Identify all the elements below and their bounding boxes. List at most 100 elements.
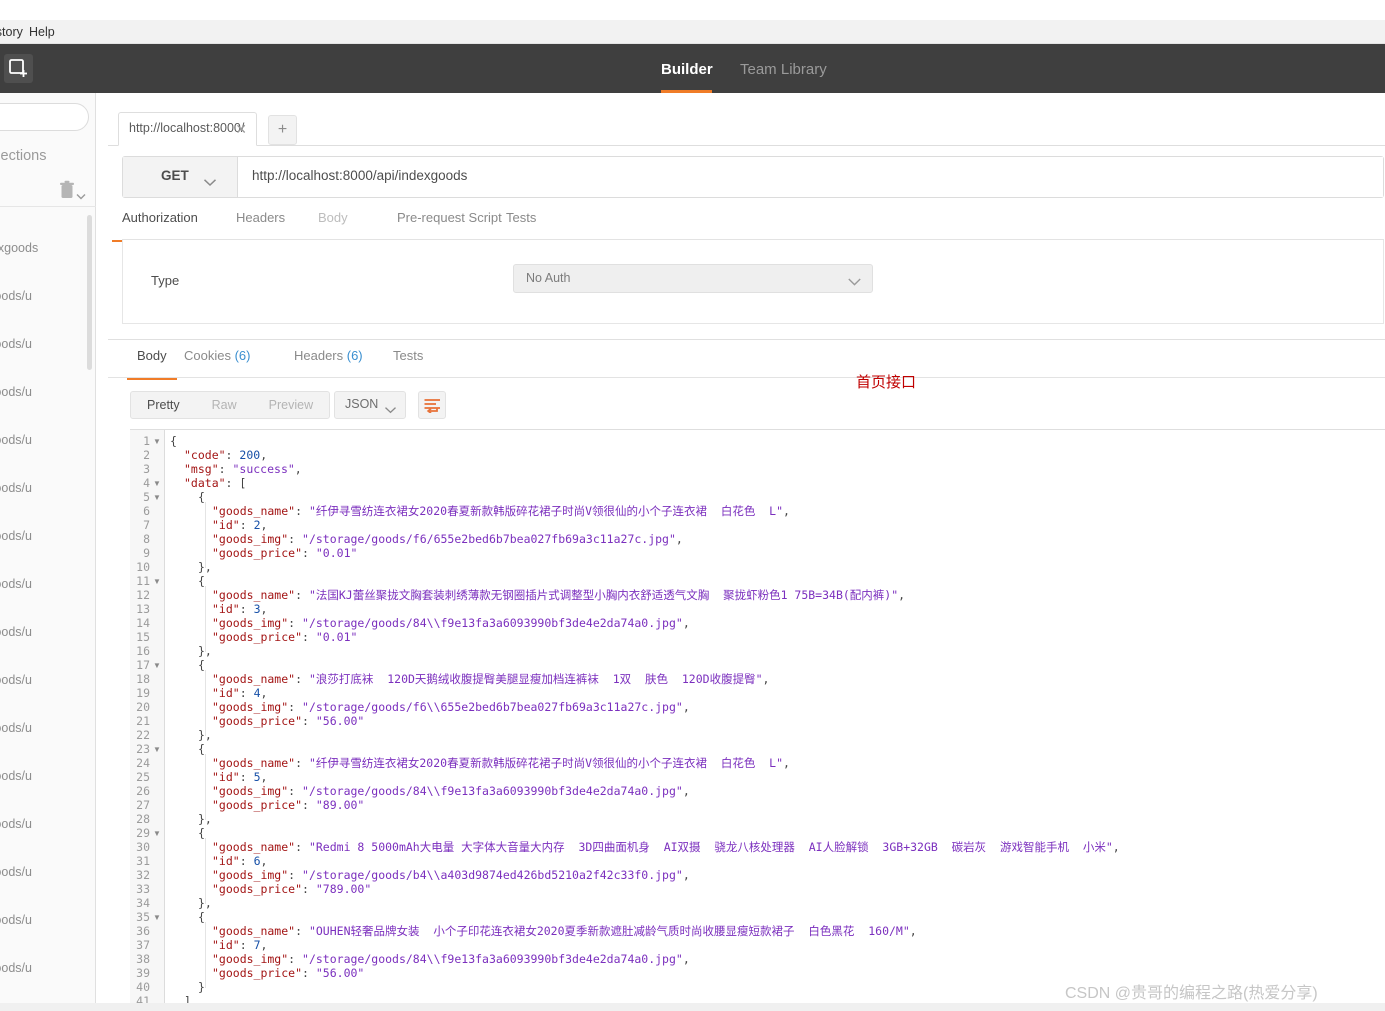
sidebar-history-item[interactable]: /goods/u bbox=[0, 384, 32, 400]
response-tab-label: Headers bbox=[294, 348, 344, 363]
chevron-down-icon[interactable] bbox=[76, 187, 86, 205]
code-token: : bbox=[288, 952, 303, 966]
sidebar-history-item[interactable]: /goods/u bbox=[0, 528, 32, 544]
sidebar-history-item[interactable]: /goods/u bbox=[0, 432, 32, 448]
format-mode-pretty[interactable]: Pretty bbox=[131, 392, 196, 418]
code-token: { bbox=[198, 826, 205, 840]
line-number: 33 bbox=[136, 882, 150, 896]
sidebar-history-item[interactable]: /goods/u bbox=[0, 912, 32, 928]
method-selector[interactable]: GET bbox=[123, 157, 238, 197]
code-token: 3 bbox=[253, 602, 261, 616]
format-mode-raw[interactable]: Raw bbox=[196, 392, 253, 418]
menu-item-help[interactable]: Help bbox=[29, 23, 55, 41]
sidebar-history-item[interactable]: /goods/u bbox=[0, 960, 32, 976]
sidebar-history-item[interactable]: dexgoods bbox=[0, 240, 38, 256]
search-input[interactable] bbox=[0, 103, 89, 131]
sidebar-history-item[interactable]: /goods/u bbox=[0, 768, 32, 784]
sidebar-history-item[interactable]: /goods/u bbox=[0, 816, 32, 832]
sidebar-history-item[interactable]: /goods/u bbox=[0, 288, 32, 304]
code-token: "goods_price" bbox=[212, 630, 303, 644]
fold-toggle-icon[interactable]: ▼ bbox=[153, 826, 161, 840]
line-number: 7 bbox=[143, 518, 150, 532]
code-token: "/storage/goods/f6/655e2bed6b7bea027fb69… bbox=[302, 532, 676, 546]
code-token: "goods_img" bbox=[212, 616, 289, 630]
code-token: "id" bbox=[212, 518, 240, 532]
fold-toggle-icon[interactable]: ▼ bbox=[153, 476, 161, 490]
fold-toggle-icon[interactable]: ▼ bbox=[153, 490, 161, 504]
code-token: : bbox=[295, 756, 309, 770]
sidebar-history-item[interactable]: /goods/u bbox=[0, 480, 32, 496]
code-token: , bbox=[260, 854, 268, 868]
beautify-button[interactable] bbox=[418, 391, 446, 419]
window-top-edge bbox=[0, 0, 1385, 20]
code-token: 200 bbox=[239, 448, 261, 462]
code-line: "goods_name": "Redmi 8 5000mAh大电量 大字体大音量… bbox=[170, 840, 1120, 854]
fold-toggle-icon[interactable]: ▼ bbox=[153, 742, 161, 756]
url-bar: GET http://localhost:8000/api/indexgoods bbox=[122, 156, 1384, 198]
url-input[interactable]: http://localhost:8000/api/indexgoods bbox=[238, 157, 1383, 197]
code-token: : bbox=[218, 462, 233, 476]
sidebar-history-item[interactable]: /goods/u bbox=[0, 672, 32, 688]
sidebar-history-item[interactable]: /goods/u bbox=[0, 624, 32, 640]
tab-builder[interactable]: Builder bbox=[661, 44, 713, 93]
trash-icon[interactable] bbox=[58, 180, 76, 205]
code-token: "goods_name" bbox=[212, 756, 296, 770]
code-line: "goods_img": "/storage/goods/84\\f9e13fa… bbox=[170, 784, 690, 798]
response-tab-body[interactable]: Body bbox=[127, 348, 177, 380]
code-token: 2 bbox=[253, 518, 261, 532]
code-token: "code" bbox=[184, 448, 226, 462]
request-tab-label: http://localhost:8000/ bbox=[129, 121, 245, 135]
request-tab-authorization[interactable]: Authorization bbox=[112, 210, 208, 242]
code-token: : bbox=[302, 966, 316, 980]
fold-toggle-icon[interactable]: ▼ bbox=[153, 910, 161, 924]
code-token: "56.00" bbox=[315, 714, 365, 728]
code-token: "goods_price" bbox=[212, 714, 303, 728]
method-label: GET bbox=[161, 168, 189, 183]
response-tab-label: Cookies bbox=[184, 348, 231, 363]
response-tab-headers[interactable]: Headers (6) bbox=[294, 348, 363, 378]
add-tab-button[interactable]: + bbox=[268, 115, 297, 145]
request-tab-body[interactable]: Body bbox=[318, 210, 348, 240]
code-token: "/storage/goods/84\\f9e13fa3a6093990bf3d… bbox=[302, 616, 683, 630]
code-line: "id": 4, bbox=[170, 686, 267, 700]
code-token: "id" bbox=[212, 602, 240, 616]
request-tab-pre-request-script[interactable]: Pre-request Script bbox=[397, 210, 502, 240]
fold-toggle-icon[interactable]: ▼ bbox=[153, 434, 161, 448]
code-token: 7 bbox=[253, 938, 261, 952]
code-line: "msg": "success", bbox=[170, 462, 302, 476]
code-token: "id" bbox=[212, 854, 240, 868]
code-token: { bbox=[170, 434, 177, 448]
request-tab-headers[interactable]: Headers bbox=[236, 210, 285, 240]
code-token: "id" bbox=[212, 938, 240, 952]
language-select[interactable]: JSON bbox=[334, 391, 406, 419]
sidebar-history-list[interactable]: dexgoods/goods/u/goods/u/goods/u/goods/u… bbox=[0, 210, 96, 1011]
response-body-viewer[interactable]: 1 ▼ 2 3 4 ▼ 5 ▼ 6 7 8 9 10 11 ▼ 12 13 14 15 16 17 ▼ 18 19 20 21 22… bbox=[130, 429, 1385, 1011]
code-token: , bbox=[682, 868, 690, 882]
auth-type-select[interactable]: No Auth bbox=[513, 264, 873, 293]
code-token: "goods_img" bbox=[212, 784, 289, 798]
code-line: "goods_name": "浪莎打底袜 120D天鹅绒收腹提臀美腿显瘦加档连裤… bbox=[170, 672, 769, 686]
request-tab[interactable]: http://localhost:8000/ ✕ bbox=[118, 112, 257, 146]
fold-toggle-icon[interactable]: ▼ bbox=[153, 658, 161, 672]
menu-item-history[interactable]: History bbox=[0, 23, 23, 41]
fold-toggle-icon[interactable]: ▼ bbox=[153, 574, 161, 588]
auth-type-value: No Auth bbox=[526, 271, 571, 285]
sidebar-history-item[interactable]: /goods/u bbox=[0, 576, 32, 592]
sidebar-history-item[interactable]: /goods/u bbox=[0, 864, 32, 880]
json-code[interactable]: {"code": 200, "msg": "success", "data": [{… bbox=[166, 430, 1385, 1011]
sidebar-history-item[interactable]: /goods/u bbox=[0, 336, 32, 352]
response-tab-cookies[interactable]: Cookies (6) bbox=[184, 348, 250, 378]
code-token: , bbox=[260, 518, 268, 532]
tab-team-library[interactable]: Team Library bbox=[740, 44, 828, 93]
response-tab-tests[interactable]: Tests bbox=[393, 348, 423, 378]
sidebar-scrollbar[interactable] bbox=[87, 215, 92, 370]
request-tab-tests[interactable]: Tests bbox=[506, 210, 536, 240]
format-mode-preview[interactable]: Preview bbox=[253, 392, 329, 418]
code-line: "goods_price": "56.00" bbox=[170, 714, 364, 728]
code-token: : bbox=[239, 854, 254, 868]
line-number: 28 bbox=[136, 812, 150, 826]
close-icon[interactable]: ✕ bbox=[235, 120, 247, 138]
code-token: : bbox=[239, 518, 254, 532]
indent-guide bbox=[205, 922, 206, 988]
sidebar-history-item[interactable]: /goods/u bbox=[0, 720, 32, 736]
